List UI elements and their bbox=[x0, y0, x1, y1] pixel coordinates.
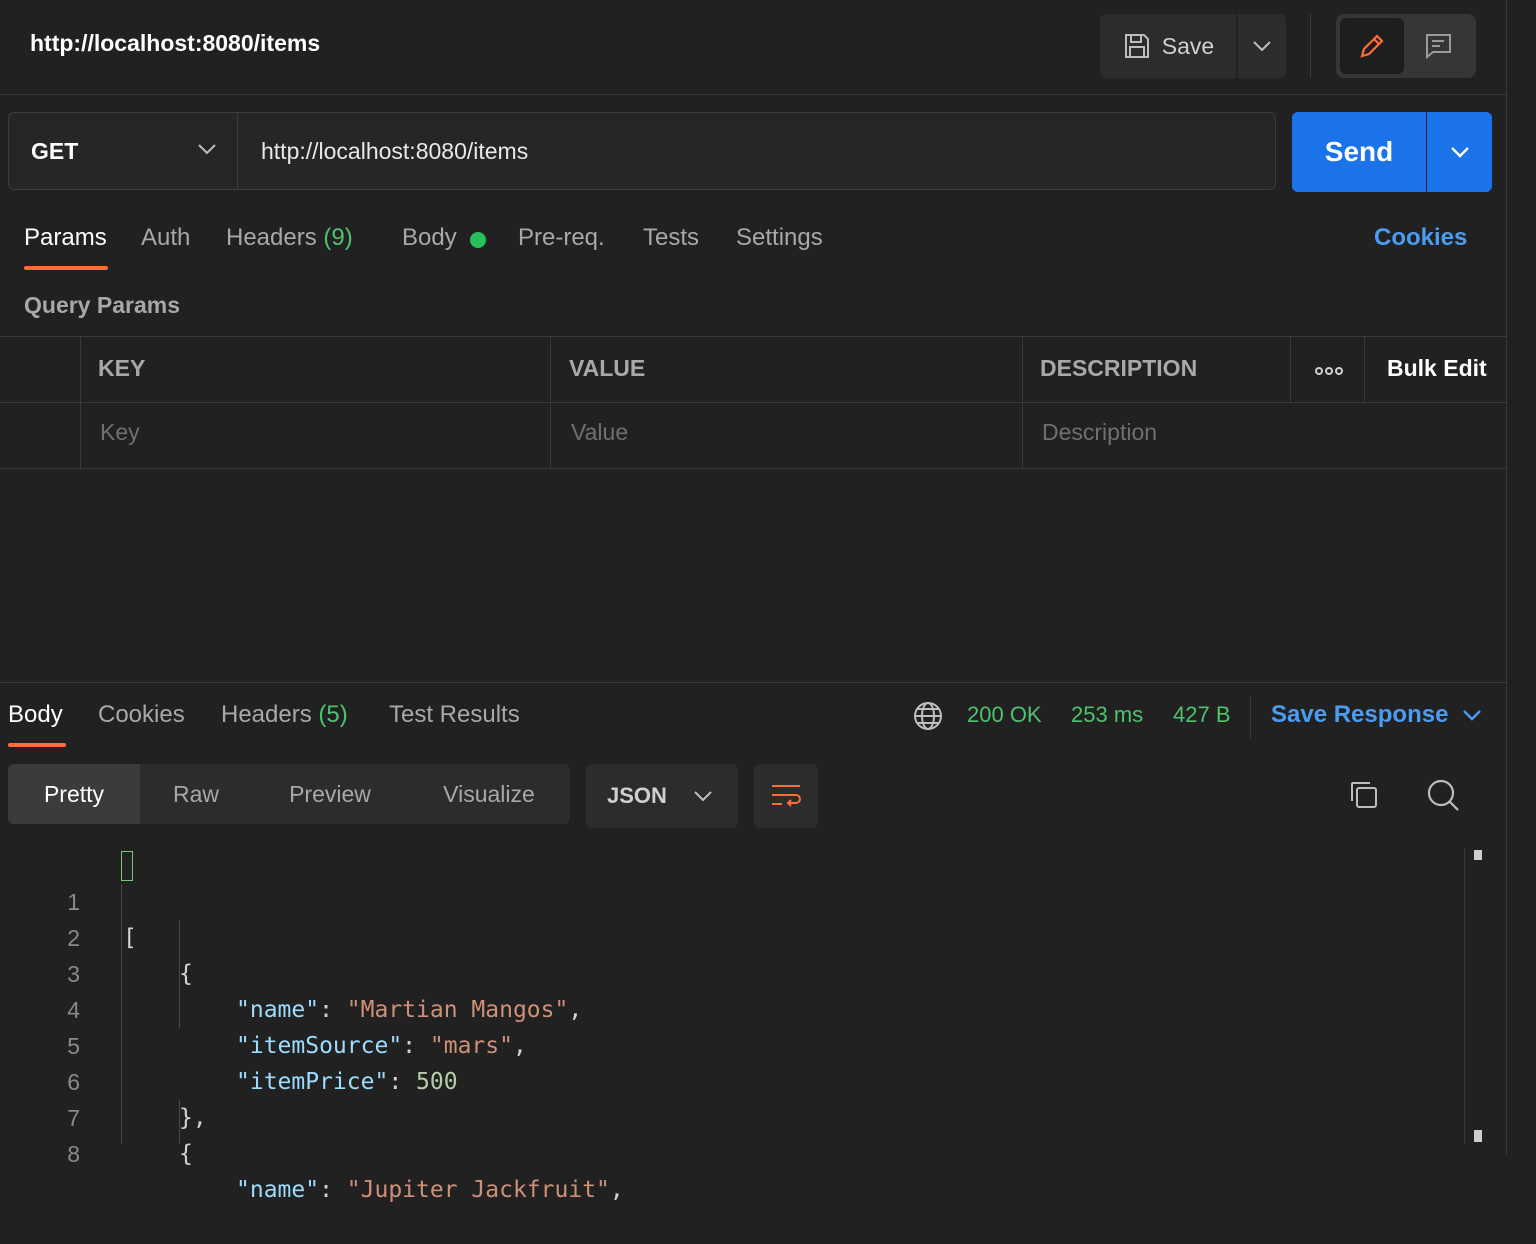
scrollbar-thumb-top[interactable] bbox=[1474, 850, 1482, 860]
chevron-down-icon bbox=[694, 791, 712, 802]
tab-auth[interactable]: Auth bbox=[141, 224, 190, 252]
view-pretty[interactable]: Pretty bbox=[8, 764, 140, 824]
tab-params[interactable]: Params bbox=[24, 224, 107, 252]
response-headers-count: (5) bbox=[318, 701, 348, 728]
column-header-key: KEY bbox=[98, 355, 146, 381]
code-line: 3 "name": "Martian Mangos", bbox=[0, 920, 1460, 1023]
save-response-button[interactable]: Save Response bbox=[1271, 701, 1448, 729]
toolbar-divider bbox=[1310, 14, 1311, 78]
code-line: 2 { bbox=[0, 884, 1460, 987]
body-indicator-dot bbox=[470, 232, 486, 248]
table-border-header bbox=[0, 402, 1506, 403]
comment-icon bbox=[1426, 34, 1451, 60]
column-header-description: DESCRIPTION bbox=[1040, 355, 1198, 381]
save-label: Save bbox=[1161, 32, 1215, 59]
chevron-down-icon bbox=[1253, 41, 1271, 52]
chevron-down-icon bbox=[198, 144, 216, 155]
scrollbar-thumb-bottom[interactable] bbox=[1474, 1130, 1482, 1142]
header-divider bbox=[0, 94, 1506, 95]
tab-headers-label: Headers bbox=[226, 224, 317, 251]
edit-mode-button[interactable] bbox=[1340, 18, 1404, 74]
table-col-divider bbox=[1290, 336, 1291, 402]
view-visualize[interactable]: Visualize bbox=[408, 764, 570, 824]
view-preview[interactable]: Preview bbox=[252, 764, 408, 824]
column-header-value: VALUE bbox=[569, 355, 646, 381]
url-input[interactable]: http://localhost:8080/items bbox=[238, 112, 1276, 190]
json-key: "name" bbox=[236, 1177, 320, 1203]
query-params-title: Query Params bbox=[24, 292, 180, 318]
code-line: 8 "name": "Jupiter Jackfruit", bbox=[0, 1100, 1460, 1203]
status-code[interactable]: 200 OK bbox=[967, 702, 1042, 728]
chevron-down-icon bbox=[1450, 147, 1469, 158]
tab-tests[interactable]: Tests bbox=[643, 224, 699, 252]
copy-icon[interactable] bbox=[1348, 779, 1380, 816]
active-response-tab-underline bbox=[8, 743, 66, 747]
value-input[interactable]: Value bbox=[571, 419, 628, 446]
globe-icon[interactable] bbox=[912, 700, 944, 737]
table-border-bottom bbox=[0, 468, 1506, 469]
description-input[interactable]: Description bbox=[1042, 419, 1157, 446]
json-string: "Jupiter Jackfruit" bbox=[346, 1177, 610, 1203]
save-options-dropdown[interactable] bbox=[1238, 14, 1286, 78]
send-button[interactable]: Send bbox=[1292, 112, 1426, 192]
code-line: 5 "itemPrice": 500 bbox=[0, 992, 1460, 1095]
pencil-icon bbox=[1360, 34, 1384, 58]
format-label: JSON bbox=[607, 783, 667, 808]
table-col-divider bbox=[550, 336, 551, 468]
headers-count: (9) bbox=[323, 224, 353, 251]
method-select[interactable]: GET bbox=[8, 112, 238, 190]
tab-headers[interactable]: Headers (9) bbox=[226, 224, 353, 252]
cookies-link[interactable]: Cookies bbox=[1374, 224, 1467, 252]
key-input[interactable]: Key bbox=[100, 419, 140, 446]
code-line: 4 "itemSource": "mars", bbox=[0, 956, 1460, 1059]
active-tab-underline bbox=[24, 266, 108, 270]
table-border-top bbox=[0, 336, 1506, 337]
format-select[interactable]: JSON bbox=[586, 764, 738, 828]
response-tab-headers[interactable]: Headers (5) bbox=[221, 701, 348, 729]
table-col-divider bbox=[1022, 336, 1023, 468]
send-options-dropdown[interactable] bbox=[1427, 112, 1492, 192]
tab-settings[interactable]: Settings bbox=[736, 224, 823, 252]
code-text: { bbox=[179, 1141, 193, 1167]
response-tab-body[interactable]: Body bbox=[8, 701, 63, 729]
save-button[interactable]: Save bbox=[1100, 14, 1236, 78]
line-number: 8 bbox=[67, 1141, 80, 1167]
comments-button[interactable] bbox=[1406, 18, 1470, 74]
panel-edge bbox=[1506, 0, 1507, 1154]
view-raw[interactable]: Raw bbox=[140, 764, 252, 824]
response-tab-headers-label: Headers bbox=[221, 701, 312, 728]
bulk-edit-button[interactable]: Bulk Edit bbox=[1387, 355, 1487, 382]
response-time[interactable]: 253 ms bbox=[1071, 702, 1143, 728]
code-line: 6 }, bbox=[0, 1028, 1460, 1131]
wrap-icon bbox=[772, 785, 801, 807]
code-line: 1 [ bbox=[0, 848, 1460, 951]
request-title[interactable]: http://localhost:8080/items bbox=[30, 30, 320, 57]
tab-prereq[interactable]: Pre-req. bbox=[518, 224, 605, 252]
code-line: 7 { bbox=[0, 1064, 1460, 1167]
response-code-viewer[interactable]: 1 [ 2 { 3 "name": "Martian Mangos", 4 "i… bbox=[0, 848, 1460, 1203]
response-divider bbox=[0, 682, 1506, 683]
response-tab-cookies[interactable]: Cookies bbox=[98, 701, 185, 729]
table-col-divider bbox=[1364, 336, 1365, 402]
method-label: GET bbox=[31, 137, 79, 164]
table-col-divider bbox=[80, 336, 81, 468]
scrollbar-track[interactable] bbox=[1464, 848, 1465, 1144]
wrap-lines-button[interactable] bbox=[754, 764, 818, 828]
response-meta-divider bbox=[1250, 696, 1251, 738]
search-icon[interactable] bbox=[1426, 778, 1460, 817]
save-icon bbox=[1124, 34, 1149, 58]
tab-body[interactable]: Body bbox=[402, 224, 457, 252]
more-options-icon[interactable] bbox=[1314, 364, 1344, 382]
chevron-down-icon[interactable] bbox=[1462, 708, 1482, 726]
response-tab-test-results[interactable]: Test Results bbox=[389, 701, 520, 729]
response-size[interactable]: 427 B bbox=[1173, 702, 1231, 728]
